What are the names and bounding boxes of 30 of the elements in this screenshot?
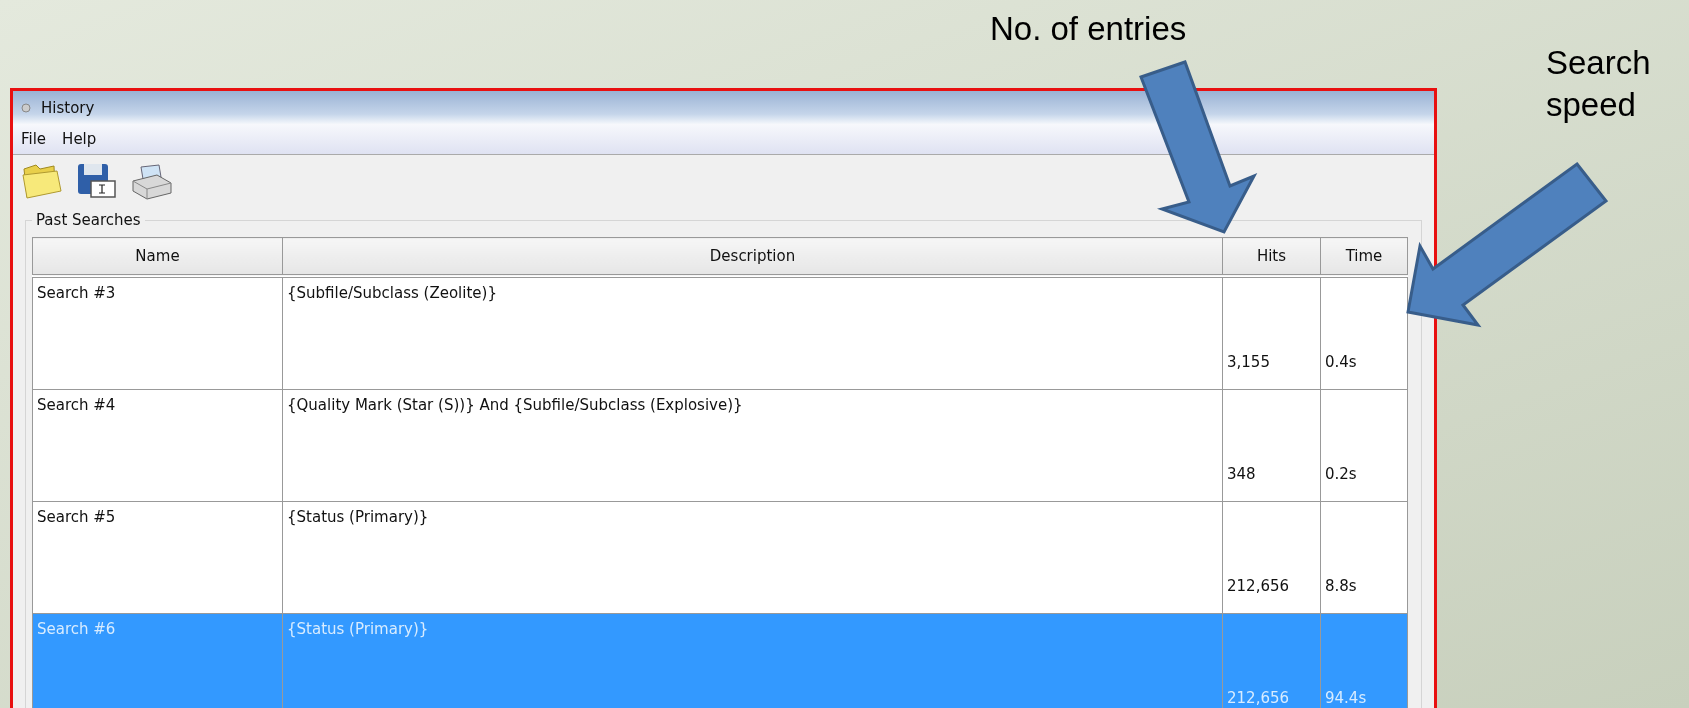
table-cell: 212,656 xyxy=(1227,689,1290,707)
column-header[interactable]: Hits xyxy=(1222,237,1321,276)
table-cell: 348 xyxy=(1227,465,1256,483)
table-cell: 0.4s xyxy=(1325,353,1357,371)
printer-icon[interactable] xyxy=(129,161,173,201)
column-header[interactable]: Name xyxy=(32,237,283,276)
table-cell: {Quality Mark (Star (S))} And {Subfile/Subclass (Explosive)} xyxy=(287,396,743,414)
table-cell: {Subfile/Subclass (Zeolite)} xyxy=(287,284,497,302)
table-cell: Search #4 xyxy=(37,396,116,414)
table-cell: Search #3 xyxy=(37,284,116,302)
table-cell: 3,155 xyxy=(1227,353,1270,371)
group-title: Past Searches xyxy=(35,211,142,229)
folder-icon[interactable] xyxy=(21,161,65,201)
table-cell: 94.4s xyxy=(1325,689,1367,707)
column-header[interactable]: Description xyxy=(282,237,1223,276)
floppy-disk-icon[interactable] xyxy=(75,161,119,201)
table-cell: 212,656 xyxy=(1227,577,1290,595)
table-cell: Search #5 xyxy=(37,508,116,526)
menu-item[interactable]: Help xyxy=(60,130,99,148)
annotation-label: No. of entries xyxy=(990,9,1187,49)
column-header[interactable]: Time xyxy=(1320,237,1408,276)
window-title: History xyxy=(41,98,95,117)
table-cell: 8.8s xyxy=(1325,577,1357,595)
app-icon xyxy=(19,100,33,115)
menu-item[interactable]: File xyxy=(19,130,49,148)
table-cell: 0.2s xyxy=(1325,465,1357,483)
table-cell: {Status (Primary)} xyxy=(287,620,429,638)
annotation-label: Search speed xyxy=(1546,43,1651,125)
table-cell: Search #6 xyxy=(37,620,116,638)
table-cell: {Status (Primary)} xyxy=(287,508,429,526)
